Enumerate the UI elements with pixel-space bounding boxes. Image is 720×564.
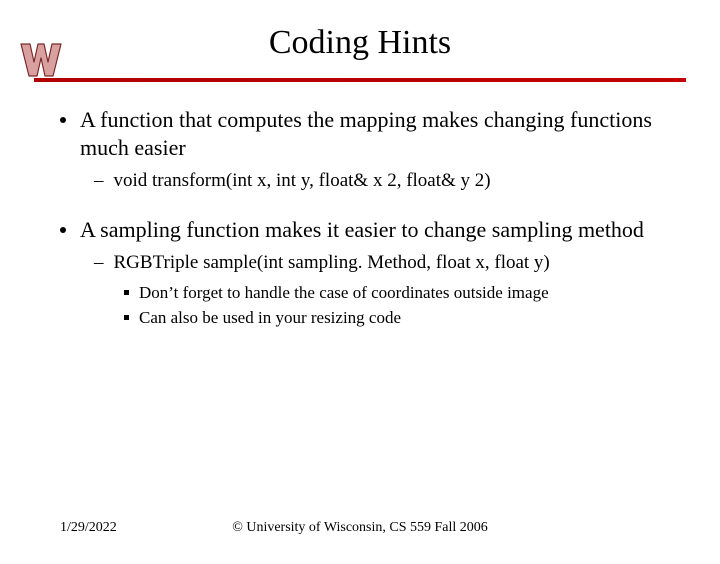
sub-bullet-text: RGBTriple sample(int sampling. Method, f… — [114, 251, 550, 276]
bullet-dot-icon — [60, 117, 66, 123]
sub-sub-bullet-text: Don’t forget to handle the case of coord… — [139, 282, 549, 304]
bullet-text: A sampling function makes it easier to c… — [80, 216, 644, 244]
bullet-text: A function that computes the mapping mak… — [80, 106, 660, 161]
university-logo — [18, 38, 64, 87]
sub-bullet-text: void transform(int x, int y, float& x 2,… — [114, 169, 491, 194]
square-bullet-icon — [124, 290, 129, 295]
slide: Coding Hints A function that computes th… — [0, 24, 720, 564]
slide-footer: 1/29/2022 © University of Wisconsin, CS … — [0, 520, 720, 536]
footer-copyright: © University of Wisconsin, CS 559 Fall 2… — [232, 520, 488, 536]
slide-title: Coding Hints — [0, 24, 720, 62]
content-area: A function that computes the mapping mak… — [60, 106, 660, 329]
title-underline — [34, 78, 686, 82]
sub-bullet-item: – RGBTriple sample(int sampling. Method,… — [94, 251, 660, 276]
sub-bullet-item: – void transform(int x, int y, float& x … — [94, 169, 660, 194]
dash-icon: – — [94, 251, 104, 276]
bullet-item: A sampling function makes it easier to c… — [60, 216, 660, 329]
bullet-dot-icon — [60, 227, 66, 233]
sub-sub-bullet-item: Can also be used in your resizing code — [124, 307, 660, 329]
square-bullet-icon — [124, 315, 129, 320]
sub-sub-bullet-item: Don’t forget to handle the case of coord… — [124, 282, 660, 304]
sub-sub-bullet-text: Can also be used in your resizing code — [139, 307, 401, 329]
bullet-item: A function that computes the mapping mak… — [60, 106, 660, 194]
footer-date: 1/29/2022 — [60, 520, 117, 536]
dash-icon: – — [94, 169, 104, 194]
